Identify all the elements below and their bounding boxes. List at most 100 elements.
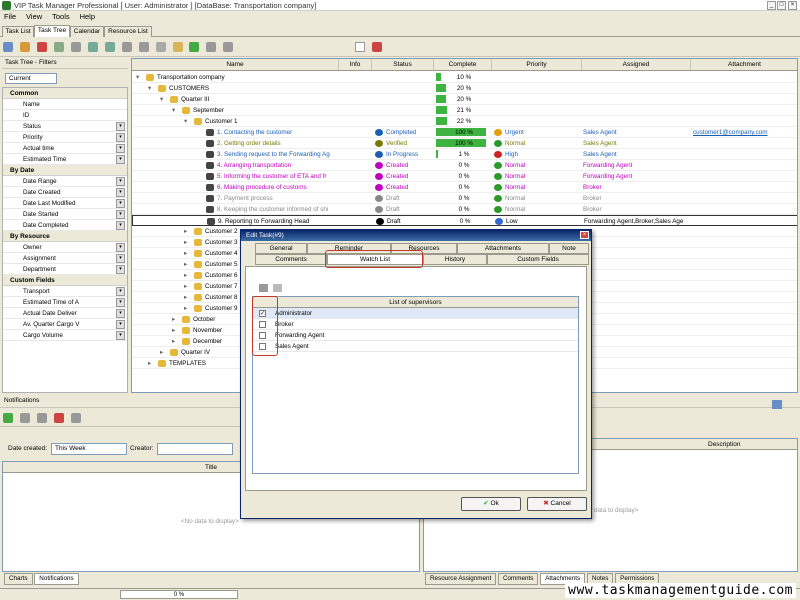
filter-item[interactable]: Department ▾ xyxy=(3,264,127,275)
filter-section[interactable]: Common xyxy=(3,88,127,99)
filter-item[interactable]: Date Started ▾ xyxy=(3,209,127,220)
filter-item[interactable]: Owner ▾ xyxy=(3,242,127,253)
table-row[interactable]: ▾ Quarter III 20 % xyxy=(132,94,797,105)
supervisor-row[interactable]: Broker xyxy=(253,319,578,330)
move-down-icon[interactable] xyxy=(121,42,132,52)
column-header-info[interactable]: Info xyxy=(339,59,372,71)
tab-notifications[interactable]: Notifications xyxy=(34,573,79,585)
table-row[interactable]: 9. Reporting to Forwarding Head Draft 0 % L… xyxy=(132,215,797,226)
filter-section[interactable]: By Resource xyxy=(3,231,127,242)
dropdown-icon[interactable]: ▾ xyxy=(116,331,125,340)
supervisor-checkbox[interactable] xyxy=(259,343,266,350)
dropdown-icon[interactable]: ▾ xyxy=(116,254,125,263)
filter-item[interactable]: Cargo Volume ▾ xyxy=(3,330,127,341)
tab-task-tree[interactable]: Task Tree xyxy=(34,25,70,37)
table-row[interactable]: ▾ September 21 % xyxy=(132,105,797,116)
table-row[interactable]: ▾ CUSTOMERS 20 % xyxy=(132,83,797,94)
dropdown-icon[interactable]: ▾ xyxy=(116,320,125,329)
tab-resource-list[interactable]: Resource List xyxy=(104,26,152,37)
cancel-button[interactable]: ✖ Cancel xyxy=(527,497,587,511)
tab-reminder[interactable]: Reminder xyxy=(307,243,391,254)
expand-toggle-icon[interactable]: ▸ xyxy=(160,347,163,358)
filter-item[interactable]: Actual Date Deliver ▾ xyxy=(3,308,127,319)
filter-item[interactable]: Date Last Modified ▾ xyxy=(3,198,127,209)
tab-calendar[interactable]: Calendar xyxy=(70,26,104,37)
dropdown-icon[interactable]: ▾ xyxy=(116,155,125,164)
tab-note[interactable]: Note xyxy=(549,243,589,254)
edit-icon[interactable] xyxy=(53,42,64,52)
dropdown-icon[interactable]: ▾ xyxy=(116,298,125,307)
edit-icon[interactable] xyxy=(36,413,47,423)
filter-item[interactable]: Date Completed ▾ xyxy=(3,220,127,231)
dropdown-icon[interactable]: ▾ xyxy=(116,210,125,219)
table-row[interactable]: 4. Arranging transportation Created 0 % Nor… xyxy=(132,160,797,171)
panel-options-icon[interactable] xyxy=(772,400,782,409)
menu-view[interactable]: View xyxy=(22,11,46,22)
filter-icon[interactable] xyxy=(70,42,81,52)
table-row[interactable]: 5. Informing the customer of ETA and fr C… xyxy=(132,171,797,182)
deselect-all-icon[interactable] xyxy=(273,284,282,292)
menu-tools[interactable]: Tools xyxy=(48,11,74,22)
expand-icon[interactable] xyxy=(172,42,183,52)
dropdown-icon[interactable]: ▾ xyxy=(116,144,125,153)
new-task-icon[interactable] xyxy=(3,42,13,52)
tab-history[interactable]: History xyxy=(423,254,487,265)
table-row[interactable]: 7. Payment process Draft 0 % Normal Broker xyxy=(132,193,797,204)
tab-general[interactable]: General xyxy=(255,243,307,254)
dropdown-icon[interactable]: ▾ xyxy=(116,265,125,274)
refresh-icon[interactable] xyxy=(3,413,13,423)
expand-toggle-icon[interactable]: ▾ xyxy=(136,72,139,83)
expand-toggle-icon[interactable]: ▸ xyxy=(172,336,175,347)
supervisor-row[interactable]: Forwarding Agent xyxy=(253,330,578,341)
column-header-name[interactable]: Name xyxy=(132,59,339,71)
dropdown-icon[interactable]: ▾ xyxy=(116,122,125,131)
column-header-attachment[interactable]: Attachment xyxy=(691,59,797,71)
outdent-icon[interactable] xyxy=(104,42,115,52)
print-icon[interactable] xyxy=(372,42,382,52)
expand-toggle-icon[interactable]: ▸ xyxy=(184,248,187,259)
move-up-icon[interactable] xyxy=(138,42,149,52)
tab-attachments[interactable]: Attachments xyxy=(457,243,549,254)
filter-item[interactable]: Assignment ▾ xyxy=(3,253,127,264)
expand-toggle-icon[interactable]: ▾ xyxy=(172,105,175,116)
add-icon[interactable] xyxy=(19,413,30,423)
move-icon[interactable] xyxy=(155,42,166,52)
delete-icon[interactable] xyxy=(36,42,47,52)
expand-toggle-icon[interactable]: ▸ xyxy=(184,270,187,281)
minimize-button[interactable]: _ xyxy=(767,1,776,10)
dropdown-icon[interactable]: ▾ xyxy=(116,309,125,318)
supervisor-row[interactable]: ✓ Administrator xyxy=(253,308,578,319)
filter-item[interactable]: Estimated Time of A ▾ xyxy=(3,297,127,308)
filter-preset-select[interactable]: Current xyxy=(5,73,57,84)
supervisor-checkbox[interactable]: ✓ xyxy=(259,310,266,317)
tab-watch-list[interactable]: Watch List xyxy=(327,254,423,265)
expand-toggle-icon[interactable]: ▸ xyxy=(184,303,187,314)
column-header-complete[interactable]: Complete xyxy=(434,59,492,71)
new-folder-icon[interactable] xyxy=(19,42,30,52)
expand-toggle-icon[interactable]: ▸ xyxy=(172,325,175,336)
expand-toggle-icon[interactable]: ▸ xyxy=(172,314,175,325)
filter-item[interactable]: Estimated Time ▾ xyxy=(3,154,127,165)
expand-toggle-icon[interactable]: ▸ xyxy=(148,358,151,369)
expand-toggle-icon[interactable]: ▸ xyxy=(184,259,187,270)
attachment-link[interactable]: customer1@company.com xyxy=(693,127,768,138)
supervisor-checkbox[interactable] xyxy=(259,332,266,339)
menu-help[interactable]: Help xyxy=(76,11,99,22)
filter-item[interactable]: Transport ▾ xyxy=(3,286,127,297)
filter-item[interactable]: Priority ▾ xyxy=(3,132,127,143)
ok-button[interactable]: ✔ Ok xyxy=(461,497,521,511)
filter-item[interactable]: Date Created ▾ xyxy=(3,187,127,198)
date-created-select[interactable]: This Week xyxy=(51,443,127,455)
refresh-icon[interactable] xyxy=(189,42,200,52)
expand-toggle-icon[interactable]: ▸ xyxy=(184,292,187,303)
table-row[interactable]: 2. Getting order details Verified 100 % Nor… xyxy=(132,138,797,149)
tab-task-list[interactable]: Task List xyxy=(2,26,34,37)
indent-icon[interactable] xyxy=(87,42,98,52)
filter-item[interactable]: ID xyxy=(3,110,127,121)
expand-toggle-icon[interactable]: ▸ xyxy=(184,237,187,248)
expand-toggle-icon[interactable]: ▸ xyxy=(184,281,187,292)
column-header-priority[interactable]: Priority xyxy=(492,59,582,71)
dropdown-icon[interactable] xyxy=(355,42,365,52)
dropdown-icon[interactable]: ▾ xyxy=(116,287,125,296)
tab-resource-assignment[interactable]: Resource Assignment xyxy=(425,573,497,585)
